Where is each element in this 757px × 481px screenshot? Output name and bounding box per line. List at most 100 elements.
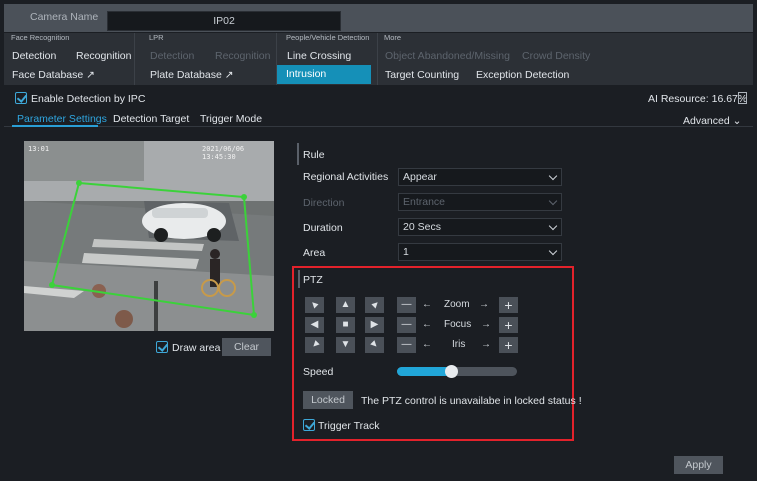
- enable-ipc-checkbox[interactable]: [15, 92, 27, 104]
- minus-icon: —: [401, 319, 412, 330]
- menu-line-crossing[interactable]: Line Crossing: [287, 50, 351, 62]
- group-lpr: LPR: [149, 33, 164, 42]
- external-link-icon: ↗: [86, 69, 95, 81]
- group-face-recognition: Face Recognition: [11, 33, 70, 42]
- speed-slider-fill: [397, 367, 451, 376]
- menu-crowd-density[interactable]: Crowd Density: [522, 50, 590, 62]
- menu-face-database-label: Face Database: [12, 69, 84, 81]
- trigger-track-checkbox[interactable]: [303, 419, 315, 431]
- speed-label: Speed: [303, 366, 334, 378]
- ptz-title: PTZ: [303, 274, 323, 286]
- ptz-up-right-button[interactable]: ▲: [365, 297, 384, 313]
- iris-label: Iris: [452, 339, 466, 350]
- focus-in-button[interactable]: +: [499, 317, 518, 333]
- duration-label: Duration: [303, 222, 343, 234]
- plus-icon: +: [504, 337, 513, 353]
- group-people-vehicle: People/Vehicle Detection: [286, 33, 370, 42]
- trigger-track-label: Trigger Track: [318, 420, 380, 432]
- zoom-out-button[interactable]: —: [397, 297, 416, 313]
- ptz-down-button[interactable]: ▼: [336, 337, 355, 353]
- speed-slider[interactable]: [397, 365, 517, 378]
- menu-target-counting[interactable]: Target Counting: [385, 69, 459, 81]
- focus-in-arrow-icon: →: [481, 319, 491, 330]
- minus-icon: —: [401, 299, 412, 310]
- ptz-down-right-button[interactable]: ▼: [365, 337, 384, 353]
- clear-button[interactable]: Clear: [222, 338, 271, 356]
- camera-name-label: Camera Name: [30, 11, 99, 23]
- ptz-up-button[interactable]: ▲: [336, 297, 355, 313]
- chevron-down-icon: ⌄: [732, 115, 742, 127]
- ptz-down-left-button[interactable]: ▼: [305, 337, 324, 353]
- camera-name-select[interactable]: IP02: [107, 11, 341, 31]
- apply-button[interactable]: Apply: [674, 456, 723, 474]
- tab-parameter-settings[interactable]: Parameter Settings: [17, 113, 107, 125]
- video-preview[interactable]: 13:01 2021/06/06 13:45:30: [24, 141, 274, 331]
- rule-title: Rule: [303, 149, 325, 161]
- ptz-section-marker: [298, 270, 300, 288]
- tab-trigger-mode[interactable]: Trigger Mode: [200, 113, 262, 125]
- chevron-down-icon: [548, 246, 558, 256]
- arrow-right-icon: ▶: [370, 319, 379, 330]
- subtab-divider: [4, 126, 753, 127]
- focus-out-arrow-icon: ←: [422, 319, 432, 330]
- iris-open-button[interactable]: +: [499, 337, 518, 353]
- zoom-in-arrow-icon: →: [479, 299, 489, 310]
- locked-message: The PTZ control is unavailabe in locked …: [361, 395, 582, 407]
- stop-icon: ■: [342, 319, 349, 330]
- focus-label: Focus: [444, 319, 472, 330]
- iris-open-arrow-icon: →: [481, 339, 491, 350]
- plus-icon: +: [504, 297, 513, 313]
- subtab-active-indicator: [12, 125, 98, 127]
- ptz-up-left-button[interactable]: ▲: [305, 297, 324, 313]
- menu-plate-database[interactable]: Plate Database ↗: [150, 69, 234, 81]
- chevron-down-icon: [548, 196, 558, 206]
- menu-face-detection[interactable]: Detection: [12, 50, 56, 62]
- speed-slider-thumb[interactable]: [445, 365, 458, 378]
- arrow-down-left-icon: ▼: [307, 337, 323, 353]
- tab-detection-target[interactable]: Detection Target: [113, 113, 189, 125]
- external-link-icon: ↗: [224, 69, 234, 81]
- area-value: 1: [403, 246, 409, 258]
- area-label: Area: [303, 247, 326, 259]
- group-more: More: [384, 33, 402, 42]
- minus-icon: —: [401, 339, 412, 350]
- menu-lpr-recognition[interactable]: Recognition: [215, 50, 270, 62]
- osd-time-left: 13:01: [28, 145, 50, 153]
- ptz-left-button[interactable]: ◀: [305, 317, 324, 333]
- direction-select[interactable]: Entrance: [398, 193, 562, 211]
- arrow-down-icon: ▼: [340, 339, 351, 350]
- zoom-label: Zoom: [444, 299, 470, 310]
- draw-area-checkbox[interactable]: [156, 341, 168, 353]
- ptz-highlight-box: [292, 266, 574, 441]
- regional-activities-value: Appear: [403, 171, 437, 183]
- menu-separator: [377, 33, 378, 85]
- regional-activities-label: Regional Activities: [303, 171, 389, 183]
- direction-label: Direction: [303, 197, 345, 209]
- locked-button[interactable]: Locked: [303, 391, 353, 409]
- document-icon[interactable]: [738, 92, 747, 104]
- duration-select[interactable]: 20 Secs: [398, 218, 562, 236]
- ai-resource-text: AI Resource: 16.67%: [648, 93, 748, 105]
- draw-area-label: Draw area: [172, 342, 221, 354]
- menu-face-recognition[interactable]: Recognition: [76, 50, 131, 62]
- area-select[interactable]: 1: [398, 243, 562, 261]
- menu-lpr-detection[interactable]: Detection: [150, 50, 194, 62]
- menu-separator: [134, 33, 135, 85]
- advanced-dropdown[interactable]: Advanced ⌄: [683, 115, 741, 127]
- ptz-center-button[interactable]: ■: [336, 317, 355, 333]
- menu-plate-database-label: Plate Database: [150, 69, 222, 81]
- arrow-down-right-icon: ▼: [366, 337, 382, 353]
- zoom-in-button[interactable]: +: [499, 297, 518, 313]
- arrow-left-icon: ◀: [310, 319, 319, 330]
- menu-face-database[interactable]: Face Database ↗: [12, 69, 95, 81]
- iris-close-button[interactable]: —: [397, 337, 416, 353]
- duration-value: 20 Secs: [403, 221, 441, 233]
- regional-activities-select[interactable]: Appear: [398, 168, 562, 186]
- menu-intrusion[interactable]: Intrusion: [277, 65, 371, 84]
- menu-exception-detection[interactable]: Exception Detection: [476, 69, 569, 81]
- enable-ipc-label: Enable Detection by IPC: [31, 93, 146, 105]
- chevron-down-icon: [548, 171, 558, 181]
- ptz-right-button[interactable]: ▶: [365, 317, 384, 333]
- menu-object-abandoned[interactable]: Object Abandoned/Missing: [385, 50, 510, 62]
- focus-out-button[interactable]: —: [397, 317, 416, 333]
